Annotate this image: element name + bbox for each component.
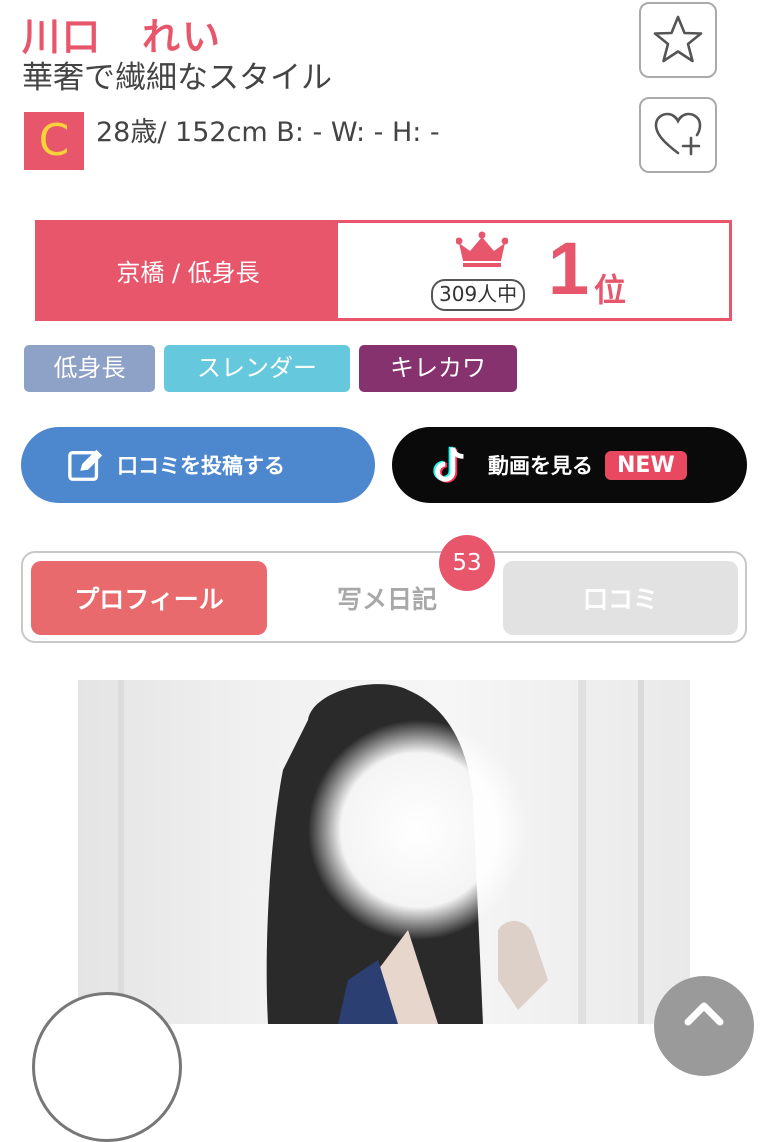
star-icon: [653, 15, 703, 63]
edit-icon: [68, 449, 103, 481]
chevron-up-icon: [684, 1002, 724, 1026]
ranking-total: 309人中: [431, 279, 526, 311]
tag-item[interactable]: 低身長: [24, 345, 155, 392]
ranking-box[interactable]: 京橋 / 低身長 309人中 1 位: [35, 220, 732, 321]
profile-photo[interactable]: [78, 680, 690, 1024]
tag-list: 低身長 スレンダー キレカワ: [24, 345, 517, 392]
heart-plus-icon: [654, 112, 702, 156]
crown-icon: [456, 231, 508, 267]
follow-button[interactable]: [639, 97, 717, 173]
post-review-button[interactable]: 口コミを投稿する: [21, 427, 375, 503]
ranking-position: 1: [548, 227, 590, 310]
cast-photo-image: [118, 680, 644, 1024]
tab-profile[interactable]: プロフィール: [31, 561, 267, 635]
tab-reviews[interactable]: 口コミ: [503, 561, 738, 635]
tiktok-icon: [433, 446, 464, 483]
profile-tabs: プロフィール 写メ日記 口コミ 53: [21, 535, 747, 643]
tag-item[interactable]: スレンダー: [164, 345, 350, 392]
rank-badge: C: [24, 112, 84, 170]
circle-button[interactable]: [32, 992, 182, 1142]
ranking-result: 309人中 1 位: [338, 223, 729, 318]
watch-video-button[interactable]: 動画を見る NEW: [392, 427, 747, 503]
ranking-category: 京橋 / 低身長: [38, 223, 338, 318]
favorite-button[interactable]: [639, 2, 717, 78]
scroll-top-button[interactable]: [654, 976, 754, 1076]
catchphrase: 華奢で繊細なスタイル: [22, 60, 332, 96]
watch-video-label: 動画を見る: [488, 454, 593, 478]
tag-item[interactable]: キレカワ: [359, 345, 517, 392]
cast-stats: 28歳/ 152cm B: - W: - H: -: [96, 117, 440, 148]
post-review-label: 口コミを投稿する: [117, 454, 285, 478]
diary-count-badge: 53: [439, 535, 495, 591]
new-badge: NEW: [605, 450, 687, 480]
ranking-unit: 位: [594, 271, 627, 309]
